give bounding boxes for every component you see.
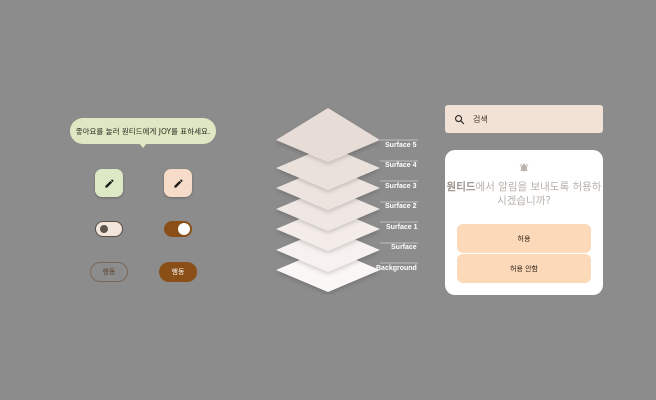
search-icon[interactable] [445, 114, 473, 125]
layer-surface-5 [276, 108, 380, 162]
toggle-switch-off[interactable] [95, 221, 123, 237]
dialog-message: 원티드에서 알림을 보내도록 허용하시겠습니까? [445, 180, 603, 208]
dialog-message-rest: 에서 알림을 보내도록 허용하시겠습니까? [475, 181, 602, 207]
search-input[interactable]: 검색 [473, 114, 488, 125]
label-surface-1: Surface 1 [386, 224, 418, 231]
label-surface: Surface [391, 244, 417, 251]
tooltip: 좋아요를 눌러 원티드에게 JOY를 표하세요. [70, 118, 216, 144]
allow-button[interactable]: 허용 [457, 224, 591, 253]
chip-label: 행동 [102, 268, 116, 276]
edit-button-peach[interactable] [164, 169, 192, 197]
dialog-brand: 원티드 [446, 181, 476, 193]
switch-knob [100, 225, 108, 233]
action-chip-outline[interactable]: 행동 [90, 262, 128, 282]
edit-button-green[interactable] [95, 169, 123, 197]
search-bar[interactable]: 검색 [445, 105, 603, 133]
label-surface-4: Surface 4 [385, 162, 417, 169]
permission-dialog: 원티드에서 알림을 보내도록 허용하시겠습니까? 허용 허용 안함 [445, 150, 603, 295]
label-surface-5: Surface 5 [385, 142, 417, 149]
toggle-switch-on[interactable] [164, 221, 192, 237]
chip-label: 행동 [171, 268, 185, 276]
switch-knob [178, 223, 190, 235]
tooltip-text: 좋아요를 눌러 원티드에게 JOY를 표하세요. [75, 126, 211, 136]
label-background: Background [376, 265, 417, 272]
pencil-icon [104, 178, 114, 188]
deny-button[interactable]: 허용 안함 [457, 254, 591, 283]
label-surface-3: Surface 3 [385, 183, 417, 190]
allow-label: 허용 [517, 234, 531, 243]
tooltip-tail [139, 143, 147, 148]
bell-icon [519, 163, 529, 173]
action-chip-filled[interactable]: 행동 [159, 262, 197, 282]
label-surface-2: Surface 2 [385, 203, 417, 210]
deny-label: 허용 안함 [510, 264, 538, 273]
pencil-icon [173, 178, 183, 188]
